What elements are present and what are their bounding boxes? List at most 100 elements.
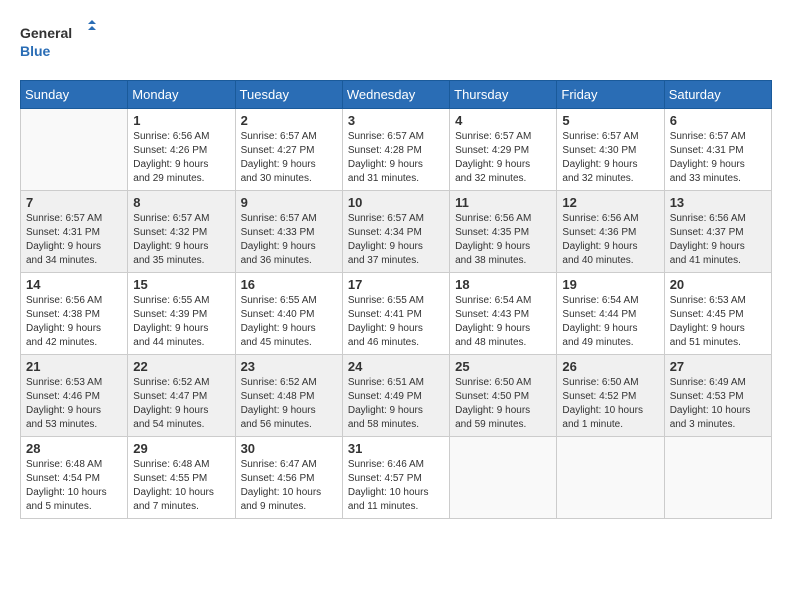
day-info: Sunrise: 6:56 AMSunset: 4:35 PMDaylight:… xyxy=(455,212,551,268)
day-of-week-header: Sunday xyxy=(21,81,128,109)
day-of-week-header: Monday xyxy=(128,81,235,109)
calendar-table: SundayMondayTuesdayWednesdayThursdayFrid… xyxy=(20,80,772,519)
day-info: Sunrise: 6:53 AMSunset: 4:45 PMDaylight:… xyxy=(670,294,766,350)
day-number: 4 xyxy=(455,113,551,128)
calendar-day-cell: 22 Sunrise: 6:52 AMSunset: 4:47 PMDayligh… xyxy=(128,355,235,437)
day-info: Sunrise: 6:57 AMSunset: 4:34 PMDaylight:… xyxy=(348,212,444,268)
day-info: Sunrise: 6:56 AMSunset: 4:36 PMDaylight:… xyxy=(562,212,658,268)
day-number: 17 xyxy=(348,277,444,292)
day-info: Sunrise: 6:55 AMSunset: 4:40 PMDaylight:… xyxy=(241,294,337,350)
calendar-header-row: SundayMondayTuesdayWednesdayThursdayFrid… xyxy=(21,81,772,109)
svg-text:General: General xyxy=(20,25,72,41)
day-info: Sunrise: 6:54 AMSunset: 4:44 PMDaylight:… xyxy=(562,294,658,350)
day-number: 25 xyxy=(455,359,551,374)
day-number: 11 xyxy=(455,195,551,210)
day-number: 31 xyxy=(348,441,444,456)
day-info: Sunrise: 6:49 AMSunset: 4:53 PMDaylight:… xyxy=(670,376,766,432)
day-number: 6 xyxy=(670,113,766,128)
day-info: Sunrise: 6:57 AMSunset: 4:30 PMDaylight:… xyxy=(562,130,658,186)
calendar-day-cell: 3 Sunrise: 6:57 AMSunset: 4:28 PMDaylight… xyxy=(342,109,449,191)
calendar-day-cell: 25Sunrise: 6:50 AMSunset: 4:50 PMDayligh… xyxy=(450,355,557,437)
calendar-day-cell: 9 Sunrise: 6:57 AMSunset: 4:33 PMDaylight… xyxy=(235,191,342,273)
calendar-day-cell: 10Sunrise: 6:57 AMSunset: 4:34 PMDayligh… xyxy=(342,191,449,273)
day-of-week-header: Tuesday xyxy=(235,81,342,109)
logo: General Blue xyxy=(20,20,100,64)
day-number: 20 xyxy=(670,277,766,292)
day-number: 22 xyxy=(133,359,229,374)
calendar-day-cell: 27 Sunrise: 6:49 AMSunset: 4:53 PMDayligh… xyxy=(664,355,771,437)
calendar-week-row: 14Sunrise: 6:56 AMSunset: 4:38 PMDayligh… xyxy=(21,273,772,355)
calendar-day-cell xyxy=(557,437,664,519)
day-info: Sunrise: 6:56 AMSunset: 4:26 PMDaylight:… xyxy=(133,130,229,186)
calendar-day-cell: 6 Sunrise: 6:57 AMSunset: 4:31 PMDaylight… xyxy=(664,109,771,191)
day-info: Sunrise: 6:55 AMSunset: 4:41 PMDaylight:… xyxy=(348,294,444,350)
day-number: 21 xyxy=(26,359,122,374)
day-info: Sunrise: 6:56 AMSunset: 4:37 PMDaylight:… xyxy=(670,212,766,268)
calendar-day-cell: 18 Sunrise: 6:54 AMSunset: 4:43 PMDayligh… xyxy=(450,273,557,355)
day-number: 23 xyxy=(241,359,337,374)
day-info: Sunrise: 6:57 AMSunset: 4:32 PMDaylight:… xyxy=(133,212,229,268)
day-number: 7 xyxy=(26,195,122,210)
day-number: 27 xyxy=(670,359,766,374)
calendar-day-cell: 8 Sunrise: 6:57 AMSunset: 4:32 PMDaylight… xyxy=(128,191,235,273)
day-number: 28 xyxy=(26,441,122,456)
day-of-week-header: Wednesday xyxy=(342,81,449,109)
day-info: Sunrise: 6:48 AMSunset: 4:54 PMDaylight:… xyxy=(26,458,122,514)
calendar-day-cell: 24Sunrise: 6:51 AMSunset: 4:49 PMDayligh… xyxy=(342,355,449,437)
page-header: General Blue xyxy=(20,20,772,64)
day-info: Sunrise: 6:48 AMSunset: 4:55 PMDaylight:… xyxy=(133,458,229,514)
calendar-day-cell: 28 Sunrise: 6:48 AMSunset: 4:54 PMDayligh… xyxy=(21,437,128,519)
calendar-day-cell: 31 Sunrise: 6:46 AMSunset: 4:57 PMDayligh… xyxy=(342,437,449,519)
day-info: Sunrise: 6:50 AMSunset: 4:52 PMDaylight:… xyxy=(562,376,658,432)
day-number: 26 xyxy=(562,359,658,374)
day-info: Sunrise: 6:54 AMSunset: 4:43 PMDaylight:… xyxy=(455,294,551,350)
calendar-week-row: 1 Sunrise: 6:56 AMSunset: 4:26 PMDaylight… xyxy=(21,109,772,191)
day-number: 13 xyxy=(670,195,766,210)
day-number: 9 xyxy=(241,195,337,210)
day-info: Sunrise: 6:55 AMSunset: 4:39 PMDaylight:… xyxy=(133,294,229,350)
day-number: 8 xyxy=(133,195,229,210)
day-info: Sunrise: 6:57 AMSunset: 4:33 PMDaylight:… xyxy=(241,212,337,268)
calendar-day-cell: 29Sunrise: 6:48 AMSunset: 4:55 PMDayligh… xyxy=(128,437,235,519)
day-number: 18 xyxy=(455,277,551,292)
calendar-day-cell: 7 Sunrise: 6:57 AMSunset: 4:31 PMDaylight… xyxy=(21,191,128,273)
day-number: 16 xyxy=(241,277,337,292)
calendar-day-cell xyxy=(21,109,128,191)
day-info: Sunrise: 6:57 AMSunset: 4:31 PMDaylight:… xyxy=(670,130,766,186)
calendar-day-cell: 30 Sunrise: 6:47 AMSunset: 4:56 PMDayligh… xyxy=(235,437,342,519)
day-info: Sunrise: 6:47 AMSunset: 4:56 PMDaylight:… xyxy=(241,458,337,514)
calendar-day-cell: 20 Sunrise: 6:53 AMSunset: 4:45 PMDayligh… xyxy=(664,273,771,355)
calendar-day-cell: 16 Sunrise: 6:55 AMSunset: 4:40 PMDayligh… xyxy=(235,273,342,355)
calendar-day-cell xyxy=(664,437,771,519)
day-number: 3 xyxy=(348,113,444,128)
calendar-day-cell: 19Sunrise: 6:54 AMSunset: 4:44 PMDayligh… xyxy=(557,273,664,355)
day-info: Sunrise: 6:46 AMSunset: 4:57 PMDaylight:… xyxy=(348,458,444,514)
logo-svg: General Blue xyxy=(20,20,100,64)
calendar-day-cell: 2Sunrise: 6:57 AMSunset: 4:27 PMDaylight… xyxy=(235,109,342,191)
day-info: Sunrise: 6:57 AMSunset: 4:27 PMDaylight:… xyxy=(241,130,337,186)
calendar-day-cell: 26 Sunrise: 6:50 AMSunset: 4:52 PMDayligh… xyxy=(557,355,664,437)
day-number: 5 xyxy=(562,113,658,128)
day-info: Sunrise: 6:57 AMSunset: 4:29 PMDaylight:… xyxy=(455,130,551,186)
calendar-week-row: 21Sunrise: 6:53 AMSunset: 4:46 PMDayligh… xyxy=(21,355,772,437)
day-info: Sunrise: 6:52 AMSunset: 4:47 PMDaylight:… xyxy=(133,376,229,432)
day-number: 1 xyxy=(133,113,229,128)
day-number: 15 xyxy=(133,277,229,292)
day-of-week-header: Saturday xyxy=(664,81,771,109)
calendar-day-cell: 14Sunrise: 6:56 AMSunset: 4:38 PMDayligh… xyxy=(21,273,128,355)
calendar-day-cell: 1 Sunrise: 6:56 AMSunset: 4:26 PMDaylight… xyxy=(128,109,235,191)
day-number: 30 xyxy=(241,441,337,456)
calendar-day-cell: 17 Sunrise: 6:55 AMSunset: 4:41 PMDayligh… xyxy=(342,273,449,355)
calendar-day-cell: 12Sunrise: 6:56 AMSunset: 4:36 PMDayligh… xyxy=(557,191,664,273)
calendar-day-cell: 11 Sunrise: 6:56 AMSunset: 4:35 PMDayligh… xyxy=(450,191,557,273)
calendar-day-cell: 5 Sunrise: 6:57 AMSunset: 4:30 PMDaylight… xyxy=(557,109,664,191)
calendar-day-cell: 23 Sunrise: 6:52 AMSunset: 4:48 PMDayligh… xyxy=(235,355,342,437)
calendar-week-row: 7 Sunrise: 6:57 AMSunset: 4:31 PMDaylight… xyxy=(21,191,772,273)
day-info: Sunrise: 6:57 AMSunset: 4:28 PMDaylight:… xyxy=(348,130,444,186)
day-number: 24 xyxy=(348,359,444,374)
day-info: Sunrise: 6:56 AMSunset: 4:38 PMDaylight:… xyxy=(26,294,122,350)
calendar-day-cell: 13 Sunrise: 6:56 AMSunset: 4:37 PMDayligh… xyxy=(664,191,771,273)
day-info: Sunrise: 6:57 AMSunset: 4:31 PMDaylight:… xyxy=(26,212,122,268)
calendar-day-cell: 15 Sunrise: 6:55 AMSunset: 4:39 PMDayligh… xyxy=(128,273,235,355)
day-info: Sunrise: 6:52 AMSunset: 4:48 PMDaylight:… xyxy=(241,376,337,432)
